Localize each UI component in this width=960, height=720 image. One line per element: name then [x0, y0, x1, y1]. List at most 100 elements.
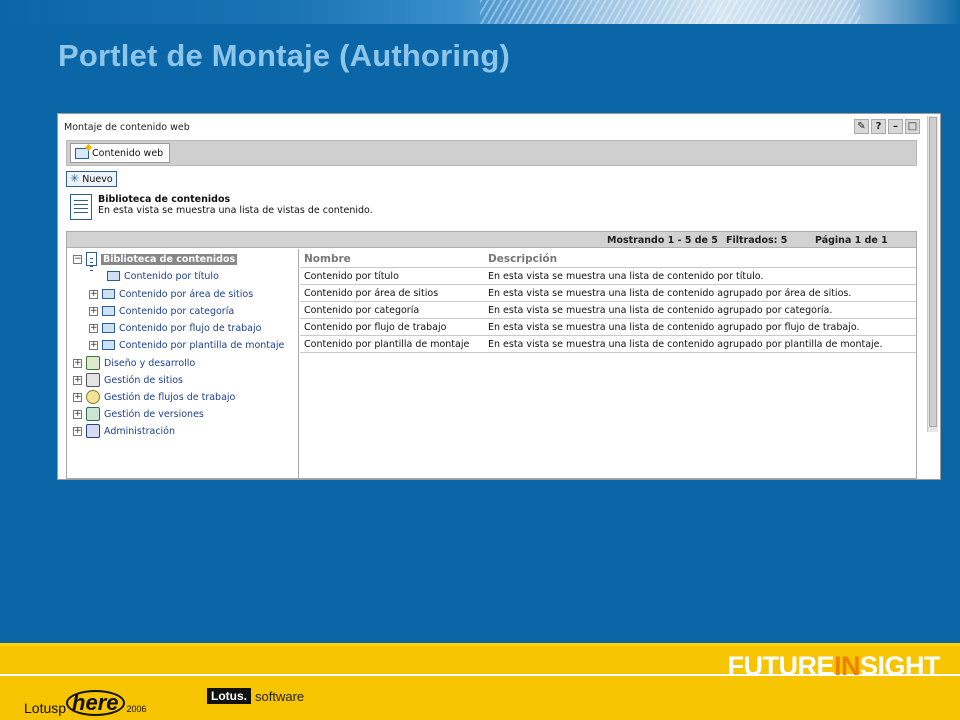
portlet-screenshot: Montaje de contenido web ✎ ? – □ Conteni…	[57, 113, 941, 480]
expand-icon[interactable]: +	[73, 426, 82, 436]
versions-icon	[86, 407, 100, 421]
lotusphere-here: here	[66, 690, 125, 716]
workflow-icon	[86, 390, 100, 404]
new-button-label: Nuevo	[82, 173, 113, 185]
tab-label: Contenido web	[92, 147, 164, 159]
expand-icon[interactable]: +	[73, 392, 82, 402]
band-stripes	[480, 0, 860, 24]
column-header-name[interactable]: Nombre	[304, 253, 351, 265]
tree-node-label: Gestión de sitios	[104, 374, 183, 386]
tree-node-sites[interactable]: + Gestión de sitios	[73, 372, 183, 388]
tree-root-label: Biblioteca de contenidos	[101, 253, 238, 265]
lotus-software-logo: Lotus. software	[207, 688, 304, 704]
collapse-icon[interactable]: −	[73, 254, 82, 264]
library-description: En esta vista se muestra una lista de vi…	[98, 205, 373, 216]
logo-part-future: FUTURE	[727, 651, 834, 681]
table-header: Nombre Descripción	[300, 251, 916, 268]
document-icon	[70, 194, 92, 220]
expand-icon[interactable]: +	[89, 306, 98, 316]
expand-icon[interactable]: +	[89, 340, 98, 350]
tree-view-item[interactable]: + Contenido por flujo de trabajo	[89, 320, 261, 336]
sites-icon	[86, 373, 100, 387]
tab-contenido-web[interactable]: Contenido web	[70, 143, 171, 163]
navigation-tree: − Biblioteca de contenidos Contenido por…	[67, 249, 299, 479]
tree-view-item[interactable]: + Contenido por área de sitios	[89, 286, 253, 302]
scrollbar-thumb[interactable]	[929, 117, 937, 427]
table-row[interactable]: Contenido por área de sitios En esta vis…	[300, 285, 916, 302]
tree-node-label: Gestión de flujos de trabajo	[104, 391, 236, 403]
logo-part-sight: SIGHT	[859, 651, 941, 681]
row-name[interactable]: Contenido por área de sitios	[304, 288, 438, 299]
tree-view-label: Contenido por categoría	[119, 305, 235, 317]
vertical-scrollbar[interactable]	[927, 116, 938, 432]
new-button[interactable]: ✳ Nuevo	[66, 171, 117, 187]
table-row[interactable]: Contenido por título En esta vista se mu…	[300, 268, 916, 285]
portlet-title: Montaje de contenido web	[64, 122, 190, 133]
expand-icon[interactable]: +	[73, 375, 82, 385]
tree-view-label: Contenido por flujo de trabajo	[119, 322, 262, 334]
row-name[interactable]: Contenido por categoría	[304, 305, 419, 316]
web-content-icon	[75, 147, 89, 159]
table-row[interactable]: Contenido por flujo de trabajo En esta v…	[300, 319, 916, 336]
library-view: Mostrando 1 - 5 de 5 Filtrados: 5 Página…	[66, 231, 917, 479]
tree-node-workflows[interactable]: + Gestión de flujos de trabajo	[73, 389, 235, 405]
tree-node-label: Administración	[104, 425, 176, 437]
row-name[interactable]: Contenido por título	[304, 271, 399, 282]
tree-view-label: Contenido por título	[124, 270, 219, 282]
library-title: Biblioteca de contenidos	[98, 194, 231, 205]
tree-view-label: Contenido por área de sitios	[119, 288, 254, 300]
view-icon	[107, 271, 120, 281]
row-name[interactable]: Contenido por flujo de trabajo	[304, 322, 446, 333]
portlet-controls: ✎ ? – □	[854, 119, 920, 134]
tree-node-design[interactable]: + Diseño y desarrollo	[73, 355, 195, 371]
future-insight-logo: FUTUREINSIGHT	[727, 651, 940, 682]
showing-count: Mostrando 1 - 5 de 5	[607, 235, 718, 246]
slide-title: Portlet de Montaje (Authoring)	[58, 38, 511, 73]
tree-view-item[interactable]: + Contenido por plantilla de montaje	[89, 337, 284, 353]
tree-view-item[interactable]: Contenido por título	[107, 268, 219, 284]
new-star-icon: ✳	[70, 172, 80, 185]
expand-icon[interactable]: +	[89, 323, 98, 333]
expand-icon[interactable]: +	[73, 409, 82, 419]
tree-node-versions[interactable]: + Gestión de versiones	[73, 406, 204, 422]
edit-icon[interactable]: ✎	[854, 119, 869, 134]
row-description: En esta vista se muestra una lista de co…	[488, 339, 883, 350]
tree-node-label: Diseño y desarrollo	[104, 357, 196, 369]
top-decorative-band	[0, 0, 960, 24]
lotusphere-logo: Lotusp here 2006	[24, 680, 147, 716]
tab-bar: Contenido web	[66, 140, 917, 166]
filtered-count: Filtrados: 5	[726, 235, 788, 246]
row-name[interactable]: Contenido por plantilla de montaje	[304, 339, 469, 350]
expand-icon[interactable]: +	[73, 358, 82, 368]
library-header: Biblioteca de contenidos En esta vista s…	[70, 194, 373, 220]
maximize-icon[interactable]: □	[905, 119, 920, 134]
minimize-icon[interactable]: –	[888, 119, 903, 134]
row-description: En esta vista se muestra una lista de co…	[488, 271, 764, 282]
tree-node-label: Gestión de versiones	[104, 408, 204, 420]
column-header-description[interactable]: Descripción	[488, 253, 557, 265]
view-icon	[102, 289, 115, 299]
software-text: software	[255, 688, 305, 704]
library-icon	[86, 252, 97, 272]
view-icon	[102, 323, 115, 333]
lotusphere-year: 2006	[126, 704, 147, 714]
logo-part-in: IN	[833, 651, 861, 681]
status-bar: Mostrando 1 - 5 de 5 Filtrados: 5 Página…	[67, 232, 916, 248]
help-icon[interactable]: ?	[871, 119, 886, 134]
row-description: En esta vista se muestra una lista de co…	[488, 305, 833, 316]
expand-icon[interactable]: +	[89, 289, 98, 299]
view-icon	[102, 306, 115, 316]
row-description: En esta vista se muestra una lista de co…	[488, 322, 860, 333]
tree-node-admin[interactable]: + Administración	[73, 423, 175, 439]
tree-view-label: Contenido por plantilla de montaje	[119, 339, 285, 351]
admin-icon	[86, 424, 100, 438]
table-row[interactable]: Contenido por plantilla de montaje En es…	[300, 336, 916, 353]
design-icon	[86, 356, 100, 370]
tree-root[interactable]: − Biblioteca de contenidos	[73, 251, 238, 272]
row-description: En esta vista se muestra una lista de co…	[488, 288, 852, 299]
lotusphere-text: Lotusp	[24, 700, 67, 716]
table-row[interactable]: Contenido por categoría En esta vista se…	[300, 302, 916, 319]
page-indicator: Página 1 de 1	[815, 235, 888, 246]
tree-view-item[interactable]: + Contenido por categoría	[89, 303, 234, 319]
view-icon	[102, 340, 115, 350]
